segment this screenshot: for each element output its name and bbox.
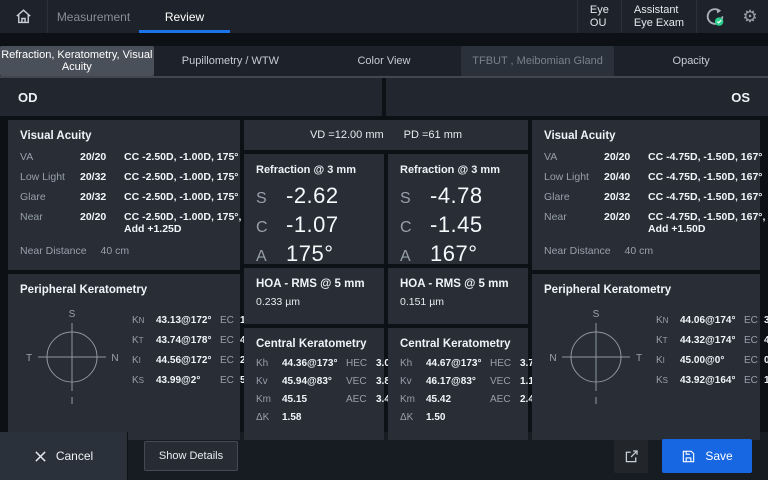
near-distance-row: Near Distance40 cm — [20, 245, 228, 257]
va-row: Near20/20 CC -4.75D, -1.50D, 167°,Add +1… — [544, 211, 748, 235]
hoa-value: 0.151 µm — [400, 296, 516, 308]
va-row: Glare20/32CC -4.75D, -1.50D, 167° — [544, 191, 748, 203]
keratometry-row: KN 43.13@172° EC 1.25 — [132, 315, 259, 326]
od-middle-column: Refraction @ 3 mm S-2.62 C-1.07 A175° HO… — [244, 154, 384, 440]
cancel-label: Cancel — [56, 449, 93, 463]
cancel-button[interactable]: Cancel — [0, 432, 128, 480]
eye-mode-selector[interactable]: Eye OU — [577, 0, 621, 33]
sync-status-icon — [704, 6, 726, 28]
svg-text:I: I — [71, 396, 74, 407]
near-add-value: Add +1.25D — [124, 223, 241, 235]
settings-button[interactable]: ⚙ — [732, 0, 768, 33]
keratometry-row: KI 45.00@0° EC 0.76 — [656, 355, 768, 366]
od-peripheral-keratometry-panel: Peripheral Keratometry S T N I KN 43.13@… — [8, 274, 240, 440]
eye-mode-value: OU — [590, 17, 609, 30]
keratometry-row: KS 43.92@164° EC 1.45 — [656, 375, 768, 386]
keratometry-row: KN 44.06@174° EC 3.30 — [656, 315, 768, 326]
tab-measurement[interactable]: Measurement — [48, 0, 139, 33]
near-distance-row: Near Distance40 cm — [544, 245, 748, 257]
show-details-button[interactable]: Show Details — [144, 441, 238, 471]
va-row: VA20/20CC -4.75D, -1.50D, 167° — [544, 151, 748, 163]
eye-header-row: OD OS — [0, 78, 768, 116]
panel-title: Visual Acuity — [20, 130, 228, 142]
home-icon — [14, 7, 33, 26]
keratometry-row: KT 43.74@178° EC 4.79 — [132, 335, 259, 346]
save-button[interactable]: Save — [662, 439, 752, 473]
od-keratometry-compass-icon: S T N I — [20, 305, 124, 409]
vd-value: VD =12.00 mm — [310, 129, 384, 141]
floppy-icon — [681, 449, 696, 464]
os-central-keratometry-panel: Central Keratometry Kh44.67@173°HEC3.76 … — [388, 328, 528, 440]
va-row: Low Light20/40CC -4.75D, -1.50D, 167° — [544, 171, 748, 183]
va-row: Glare20/32CC -2.50D, -1.00D, 175° — [20, 191, 228, 203]
gear-icon: ⚙ — [742, 7, 757, 27]
os-peripheral-keratometry-panel: Peripheral Keratometry S N T I KN 44.06@… — [532, 274, 760, 440]
os-keratometry-compass-icon: S N T I — [544, 305, 648, 409]
svg-text:S: S — [593, 309, 600, 320]
svg-text:N: N — [111, 353, 118, 364]
od-central-keratometry-panel: Central Keratometry Kh44.36@173°HEC3.02 … — [244, 328, 384, 440]
save-label: Save — [705, 449, 732, 463]
assistant-label: Assistant — [634, 4, 684, 17]
vd-pd-bar: VD =12.00 mm PD =61 mm — [244, 120, 528, 150]
os-right-column: Visual Acuity VA20/20CC -4.75D, -1.50D, … — [532, 120, 760, 440]
results-content: Visual Acuity VA20/20CC -2.50D, -1.00D, … — [0, 120, 768, 432]
assistant-eye-exam-selector[interactable]: Assistant Eye Exam — [621, 0, 696, 33]
od-header: OD — [0, 78, 382, 116]
keratometry-row: KI 44.56@172° EC 2.22 — [132, 355, 259, 366]
panel-title: Peripheral Keratometry — [20, 284, 228, 296]
os-hoa-panel: HOA - RMS @ 5 mm 0.151 µm — [388, 268, 528, 324]
top-nav: Measurement Review Eye OU Assistant Eye … — [0, 0, 768, 33]
va-row: VA20/20CC -2.50D, -1.00D, 175° — [20, 151, 228, 163]
tab-review[interactable]: Review — [139, 0, 230, 33]
subtab-refraction-keratometry-visual-acuity[interactable]: Refraction, Keratometry, Visual Acuity — [0, 46, 154, 76]
panel-title: Refraction @ 3 mm — [256, 164, 372, 176]
sync-status-button[interactable] — [696, 0, 732, 33]
review-subtabs: Refraction, Keratometry, Visual Acuity P… — [0, 46, 768, 78]
panel-title: Refraction @ 3 mm — [400, 164, 516, 176]
keratometry-row: KS 43.99@2° EC 5.53 — [132, 375, 259, 386]
os-header: OS — [386, 78, 768, 116]
home-button[interactable] — [0, 0, 48, 33]
svg-text:T: T — [636, 353, 642, 364]
svg-text:T: T — [26, 353, 32, 364]
svg-text:I: I — [595, 396, 598, 407]
os-refraction-panel: Refraction @ 3 mm S-4.78 C-1.45 A167° — [388, 154, 528, 264]
subtab-color-view[interactable]: Color View — [307, 46, 461, 76]
od-left-column: Visual Acuity VA20/20CC -2.50D, -1.00D, … — [8, 120, 240, 440]
export-icon — [623, 448, 640, 465]
near-add-value: Add +1.50D — [648, 223, 765, 235]
top-nav-spacer — [230, 0, 577, 33]
subtab-tfbut-meibomian-gland[interactable]: TFBUT , Meibomian Gland — [461, 46, 615, 76]
middle-column: VD =12.00 mm PD =61 mm Refraction @ 3 mm… — [244, 120, 528, 440]
assistant-value: Eye Exam — [634, 17, 684, 30]
od-hoa-panel: HOA - RMS @ 5 mm 0.233 µm — [244, 268, 384, 324]
os-visual-acuity-panel: Visual Acuity VA20/20CC -4.75D, -1.50D, … — [532, 120, 760, 270]
panel-title: Peripheral Keratometry — [544, 284, 748, 296]
va-row: Low Light20/32CC -2.50D, -1.00D, 175° — [20, 171, 228, 183]
va-row: Near20/20 CC -2.50D, -1.00D, 175°,Add +1… — [20, 211, 228, 235]
od-visual-acuity-panel: Visual Acuity VA20/20CC -2.50D, -1.00D, … — [8, 120, 240, 270]
x-icon — [34, 450, 47, 463]
pd-value: PD =61 mm — [404, 129, 462, 141]
panel-title: Visual Acuity — [544, 130, 748, 142]
svg-text:S: S — [69, 309, 76, 320]
export-button[interactable] — [614, 440, 648, 473]
eye-mode-label: Eye — [590, 4, 609, 17]
keratometry-row: KT 44.32@174° EC 4.22 — [656, 335, 768, 346]
os-middle-column: Refraction @ 3 mm S-4.78 C-1.45 A167° HO… — [388, 154, 528, 440]
svg-text:N: N — [549, 353, 556, 364]
subtab-opacity[interactable]: Opacity — [614, 46, 768, 76]
hoa-value: 0.233 µm — [256, 296, 372, 308]
top-divider-strip — [0, 33, 768, 46]
subtab-pupillometry-wtw[interactable]: Pupillometry / WTW — [154, 46, 308, 76]
od-refraction-panel: Refraction @ 3 mm S-2.62 C-1.07 A175° — [244, 154, 384, 264]
